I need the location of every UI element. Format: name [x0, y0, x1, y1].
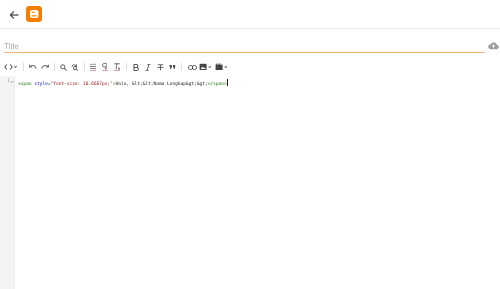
redo-button[interactable]: [40, 60, 50, 74]
code-attribute-value: "font-size: 10.6667px;": [50, 82, 113, 87]
insert-video-button[interactable]: [215, 60, 229, 74]
redo-icon: [41, 64, 49, 69]
video-icon: [215, 63, 228, 70]
html-code-editor[interactable]: 1 <span style="font-size: 10.6667px;">Ha…: [0, 76, 500, 289]
title-underline: [4, 52, 485, 53]
code-open-tag: <span: [18, 82, 32, 87]
undo-icon: [29, 64, 37, 69]
code-view-switch-button[interactable]: [4, 60, 18, 74]
paragraph-button[interactable]: [100, 60, 110, 74]
quote-button[interactable]: [167, 60, 177, 74]
search-replace-icon: [71, 63, 79, 71]
quote-icon: [169, 65, 175, 69]
back-button[interactable]: [8, 8, 20, 20]
code-attribute-name: style: [31, 82, 48, 87]
blogger-logo-icon: [30, 10, 39, 18]
code-line[interactable]: <span style="font-size: 10.6667px;">Halo…: [18, 79, 488, 87]
bold-icon: [133, 63, 139, 71]
toolbar-separator: [84, 63, 85, 71]
toolbar-separator: [23, 63, 24, 71]
fold-arrow-icon[interactable]: [10, 80, 14, 84]
clear-format-icon: [114, 63, 121, 71]
toolbar-separator: [181, 63, 182, 71]
code-text-content: Halo, &lt;&lt;Nama Lengkap&gt;&gt;: [115, 82, 208, 87]
clear-format-button[interactable]: [112, 60, 122, 74]
search-icon: [59, 63, 67, 71]
link-button[interactable]: [186, 60, 198, 74]
cloud-icon: [488, 42, 499, 50]
paragraph-icon: [102, 63, 108, 71]
editor-toolbar: [0, 60, 500, 74]
strikethrough-icon: [156, 63, 164, 70]
bold-button[interactable]: [131, 60, 141, 74]
format-code-button[interactable]: [88, 60, 98, 74]
search-replace-button[interactable]: [70, 60, 80, 74]
image-icon: [199, 63, 212, 70]
toolbar-separator: [126, 63, 127, 71]
format-code-icon: [90, 63, 96, 71]
toolbar-separator: [54, 63, 55, 71]
italic-button[interactable]: [143, 60, 153, 74]
link-icon: [187, 64, 197, 70]
line-number: 1: [7, 79, 10, 84]
text-cursor: [226, 79, 228, 86]
insert-image-button[interactable]: [199, 60, 213, 74]
blogger-logo[interactable]: [26, 6, 42, 22]
undo-button[interactable]: [28, 60, 38, 74]
line-number-gutter: 1: [0, 76, 15, 289]
italic-icon: [145, 63, 151, 71]
code-close-tag: </span>: [207, 82, 227, 87]
strikethrough-button[interactable]: [155, 60, 165, 74]
code-view-switch-icon: [4, 64, 17, 70]
save-status[interactable]: [488, 37, 499, 50]
arrow-left-icon: [9, 11, 19, 19]
search-button[interactable]: [58, 60, 68, 74]
post-title-input[interactable]: [4, 39, 486, 53]
title-row: [4, 39, 486, 53]
top-app-bar: [0, 0, 500, 29]
